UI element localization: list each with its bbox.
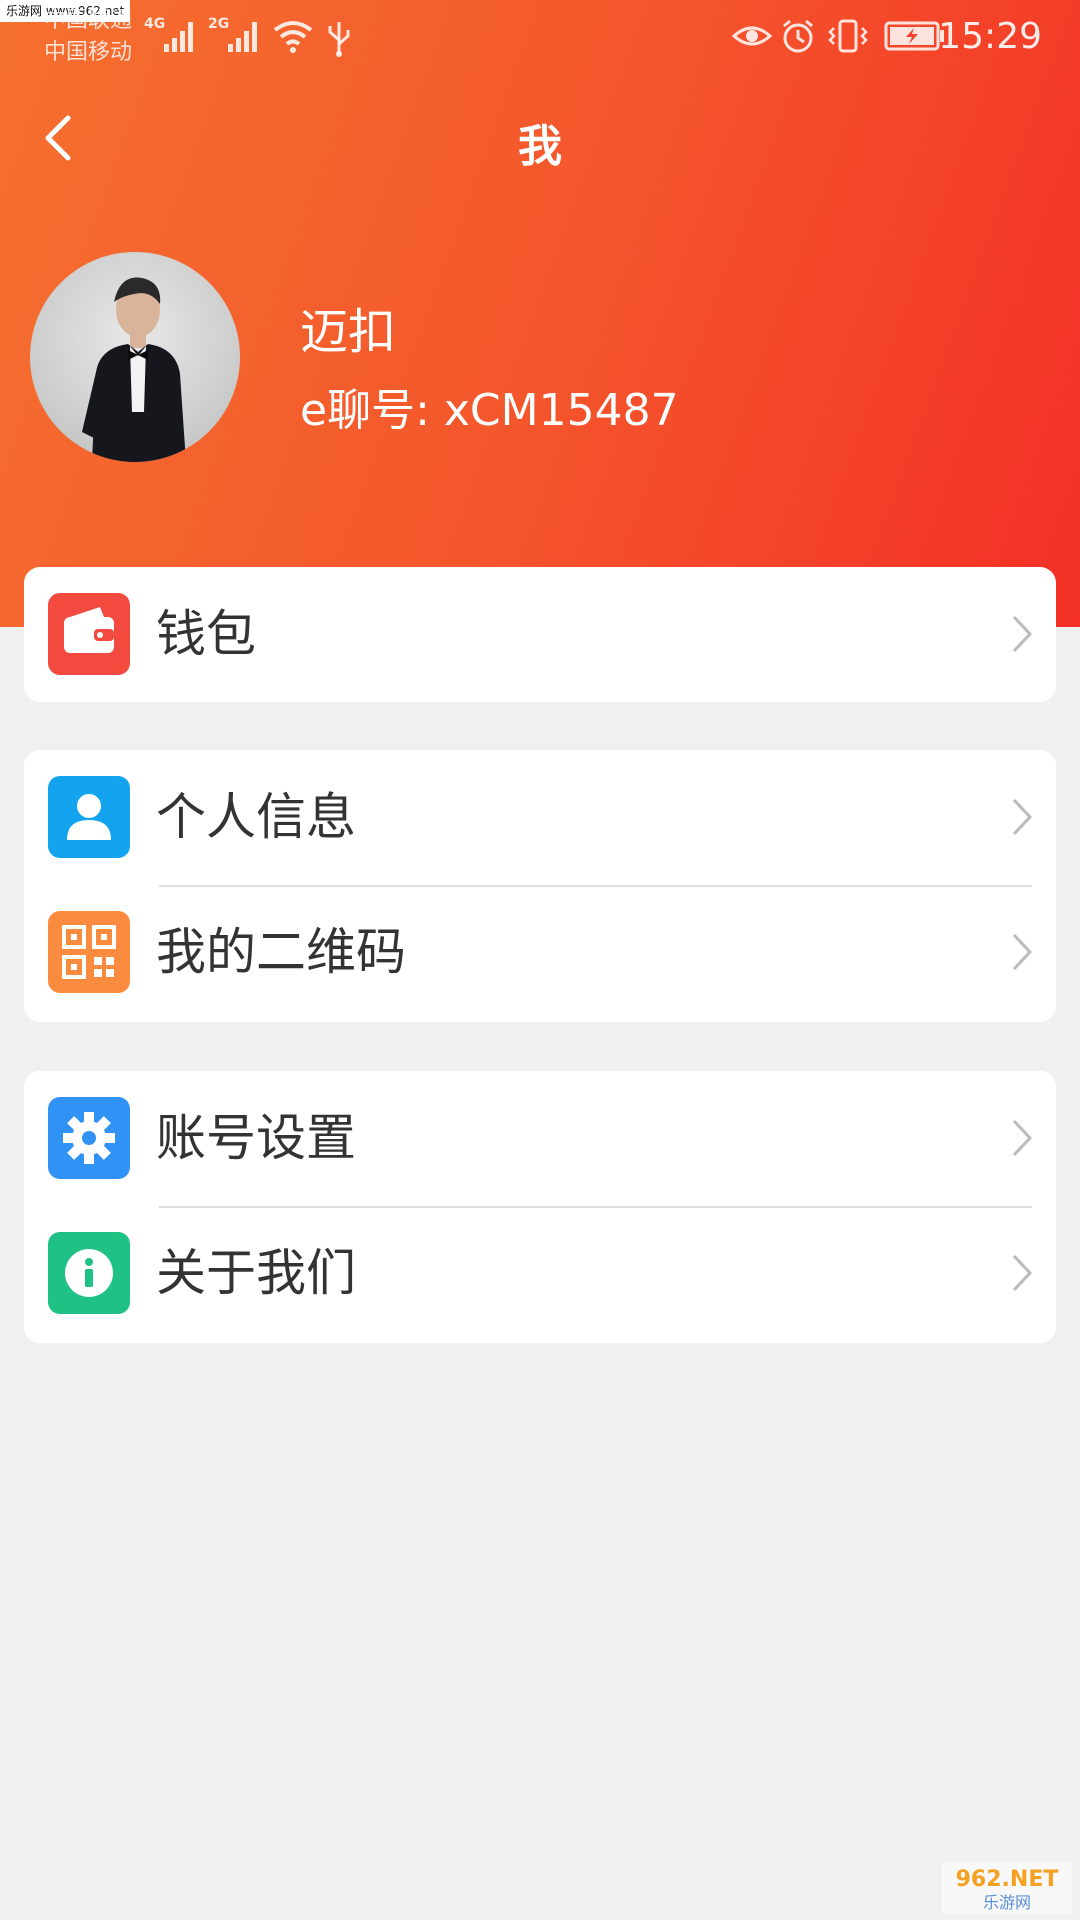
chevron-right-icon <box>1012 1254 1033 1292</box>
vibrate-icon <box>828 19 868 53</box>
svg-text:962.NET: 962.NET <box>956 1867 1059 1892</box>
menu-item-qr-code[interactable]: 我的二维码 <box>24 885 1056 1020</box>
menu-item-wallet-label: 钱包 <box>156 605 256 663</box>
svg-text:乐游网: 乐游网 <box>983 1893 1031 1912</box>
profile-echat-id: e聊号: xCM15487 <box>300 385 679 436</box>
signal-2-icon <box>228 22 257 52</box>
gear-icon <box>48 1097 130 1179</box>
avatar[interactable] <box>30 252 240 462</box>
wallet-card: 钱包 <box>24 567 1056 702</box>
usb-icon <box>328 22 350 57</box>
battery-icon <box>884 21 944 51</box>
profile-name: 迈扣 <box>300 304 397 360</box>
carrier-1-label: 中国联通 <box>44 8 133 33</box>
menu-item-about-us[interactable]: 关于我们 <box>24 1206 1056 1341</box>
menu-item-account-settings-label: 账号设置 <box>156 1109 356 1167</box>
personal-card: 个人信息 我的二维码 <box>24 750 1056 1022</box>
chevron-right-icon <box>1012 933 1033 971</box>
menu-item-qr-code-label: 我的二维码 <box>156 923 406 981</box>
info-icon <box>48 1232 130 1314</box>
site-watermark-logo: 962.NET 乐游网 <box>942 1862 1072 1914</box>
menu-item-wallet[interactable]: 钱包 <box>24 567 1056 702</box>
signal-1-icon <box>164 22 193 52</box>
status-time: 15:29 <box>938 16 1042 57</box>
eye-icon <box>732 26 772 46</box>
person-icon <box>48 776 130 858</box>
menu-item-personal-info-label: 个人信息 <box>156 788 356 846</box>
qr-code-icon <box>48 911 130 993</box>
carrier-2-label: 中国移动 <box>44 40 133 65</box>
page-title: 我 <box>518 121 562 172</box>
wallet-icon <box>48 593 130 675</box>
alarm-icon <box>783 19 813 53</box>
chevron-right-icon <box>1012 798 1033 836</box>
avatar-photo <box>82 277 186 462</box>
chevron-right-icon <box>1012 1119 1033 1157</box>
settings-card: 账号设置 关于我们 <box>24 1071 1056 1343</box>
menu-item-account-settings[interactable]: 账号设置 <box>24 1071 1056 1206</box>
menu-item-personal-info[interactable]: 个人信息 <box>24 750 1056 885</box>
wifi-icon <box>273 21 313 53</box>
chevron-right-icon <box>1012 615 1033 653</box>
menu-item-about-us-label: 关于我们 <box>156 1244 356 1302</box>
status-bar: 乐游网 www.962.net 中国联通 中国移动 4G 2G 15:29 <box>0 0 1080 80</box>
